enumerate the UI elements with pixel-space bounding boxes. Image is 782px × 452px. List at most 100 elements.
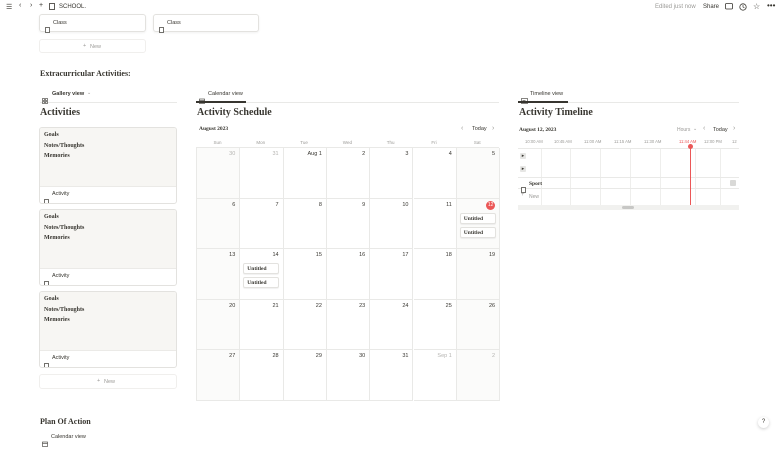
timeline-row-sport[interactable]: Sport: [518, 177, 739, 193]
calendar-day-cell[interactable]: 26: [456, 299, 501, 351]
calendar-day-cell[interactable]: 5: [456, 148, 501, 199]
calendar-day-cell[interactable]: 10: [370, 198, 414, 250]
gallery-view-tab[interactable]: Gallery view ⌄: [40, 89, 177, 104]
day-number: 30: [359, 353, 366, 360]
calendar-day-cell[interactable]: 30: [197, 148, 241, 199]
chevron-down-icon[interactable]: ⌄: [87, 90, 91, 96]
comment-icon[interactable]: [725, 3, 733, 12]
more-icon[interactable]: •••: [767, 1, 775, 10]
calendar-day-cell[interactable]: 7: [240, 198, 284, 250]
back-icon[interactable]: ‹: [19, 2, 21, 9]
row-end-handle[interactable]: [730, 180, 736, 186]
day-number: 28: [272, 353, 279, 360]
calendar-view-tab[interactable]: Calendar view: [196, 89, 246, 104]
day-number: 3: [405, 151, 409, 157]
prev-month-icon[interactable]: ‹: [461, 125, 463, 132]
plan-view-tab[interactable]: Calendar view: [51, 434, 86, 440]
calendar-view-tabbar: Calendar view: [196, 89, 499, 104]
calendar-day-cell[interactable]: 28: [240, 350, 284, 401]
prev-icon[interactable]: ‹: [703, 125, 705, 132]
calendar-day-cell[interactable]: 20: [197, 299, 241, 351]
calendar-day-cell[interactable]: 31: [240, 148, 284, 199]
new-card-button[interactable]: + New: [39, 39, 146, 53]
calendar-day-cell[interactable]: 30: [326, 350, 371, 401]
chevron-down-icon[interactable]: ⌄: [693, 126, 697, 132]
day-number: 21: [272, 302, 279, 309]
calendar-day-cell[interactable]: 17: [370, 249, 414, 300]
activity-card[interactable]: Goals Notes/Thoughts Memories Activity: [39, 127, 177, 204]
favorite-icon[interactable]: ☆: [753, 2, 760, 11]
calendar-day-cell[interactable]: 13: [197, 249, 241, 300]
history-icon[interactable]: [739, 3, 747, 13]
calendar-day-cell[interactable]: 27: [197, 350, 241, 401]
add-page-icon[interactable]: +: [39, 2, 43, 9]
time-label: 10:00 AM: [525, 139, 543, 144]
next-icon[interactable]: ›: [733, 125, 735, 132]
day-number: 22: [315, 302, 322, 309]
weekday-label: Fri: [431, 140, 437, 145]
calendar-day-cell[interactable]: 19: [456, 249, 501, 300]
scrollbar-thumb[interactable]: [622, 206, 634, 209]
expand-row-icon[interactable]: ▸: [520, 166, 526, 172]
current-time-line: [690, 145, 691, 205]
day-number: 2: [362, 151, 366, 157]
calendar-day-cell[interactable]: 18: [413, 249, 457, 300]
help-button[interactable]: ?: [758, 417, 769, 428]
calendar-day-cell[interactable]: 6: [197, 198, 241, 250]
timeline-view-tabbar: Timeline view: [518, 89, 739, 104]
horizontal-scrollbar[interactable]: [518, 205, 739, 210]
calendar-event-card[interactable]: Untitled: [243, 263, 280, 275]
calendar-grid: 30 31 Aug 1 2 3 4 5 6 7 8 9 10 11 12 Untitled Untitled 1…: [196, 147, 501, 401]
timeline-title: Activity Timeline: [519, 107, 593, 118]
new-label[interactable]: New: [529, 194, 539, 200]
day-number: 15: [315, 252, 322, 259]
day-number: 13: [229, 252, 236, 259]
calendar-day-cell[interactable]: 14 Untitled Untitled: [240, 249, 284, 300]
calendar-day-cell[interactable]: Aug 1: [283, 148, 327, 199]
expand-row-icon[interactable]: ▸: [520, 153, 526, 159]
calendar-day-cell[interactable]: 29: [283, 350, 327, 401]
page-icon: [44, 274, 49, 285]
calendar-day-cell[interactable]: 25: [413, 299, 457, 351]
page-icon: [159, 20, 164, 38]
calendar-day-cell[interactable]: 2: [456, 350, 501, 401]
view-label: Calendar view: [208, 91, 243, 97]
calendar-day-cell[interactable]: 12 Untitled Untitled: [456, 198, 501, 250]
day-number: 30: [229, 151, 236, 157]
class-card[interactable]: Class: [39, 14, 146, 33]
menu-icon[interactable]: ☰: [6, 3, 12, 11]
new-label: New: [104, 379, 116, 385]
activity-card[interactable]: Goals Notes/Thoughts Memories Activity: [39, 291, 177, 368]
calendar-day-cell[interactable]: 21: [240, 299, 284, 351]
calendar-day-cell[interactable]: 9: [326, 198, 371, 250]
day-number: 17: [402, 252, 409, 259]
share-button[interactable]: Share: [703, 4, 719, 10]
forward-icon[interactable]: ›: [30, 2, 32, 9]
calendar-day-cell[interactable]: 15: [283, 249, 327, 300]
breadcrumb[interactable]: SCHOOL.: [59, 4, 86, 10]
calendar-day-cell[interactable]: 2: [326, 148, 371, 199]
calendar-day-cell[interactable]: Sep 1: [413, 350, 457, 401]
calendar-day-cell[interactable]: 22: [283, 299, 327, 351]
activity-card[interactable]: Goals Notes/Thoughts Memories Activity: [39, 209, 177, 286]
calendar-day-cell[interactable]: 11: [413, 198, 457, 250]
class-card[interactable]: Class: [153, 14, 259, 33]
plus-icon: +: [97, 378, 101, 384]
next-month-icon[interactable]: ›: [492, 125, 494, 132]
calendar-event-card[interactable]: Untitled: [459, 226, 496, 238]
calendar-day-cell[interactable]: 4: [413, 148, 457, 199]
calendar-day-cell[interactable]: 23: [326, 299, 371, 351]
calendar-day-cell[interactable]: 3: [370, 148, 414, 199]
calendar-day-cell[interactable]: 24: [370, 299, 414, 351]
time-label: 11:00 AM: [584, 139, 602, 144]
calendar-event-card[interactable]: Untitled: [243, 277, 280, 289]
today-button[interactable]: Today: [713, 127, 728, 133]
calendar-day-cell[interactable]: 31: [370, 350, 414, 401]
scale-select[interactable]: Hours: [677, 127, 690, 133]
today-button[interactable]: Today: [472, 126, 487, 132]
timeline-view-tab[interactable]: Timeline view: [518, 89, 568, 104]
new-activity-button[interactable]: + New: [39, 374, 177, 389]
calendar-day-cell[interactable]: 16: [326, 249, 371, 300]
calendar-day-cell[interactable]: 8: [283, 198, 327, 250]
calendar-event-card[interactable]: Untitled: [459, 212, 496, 224]
